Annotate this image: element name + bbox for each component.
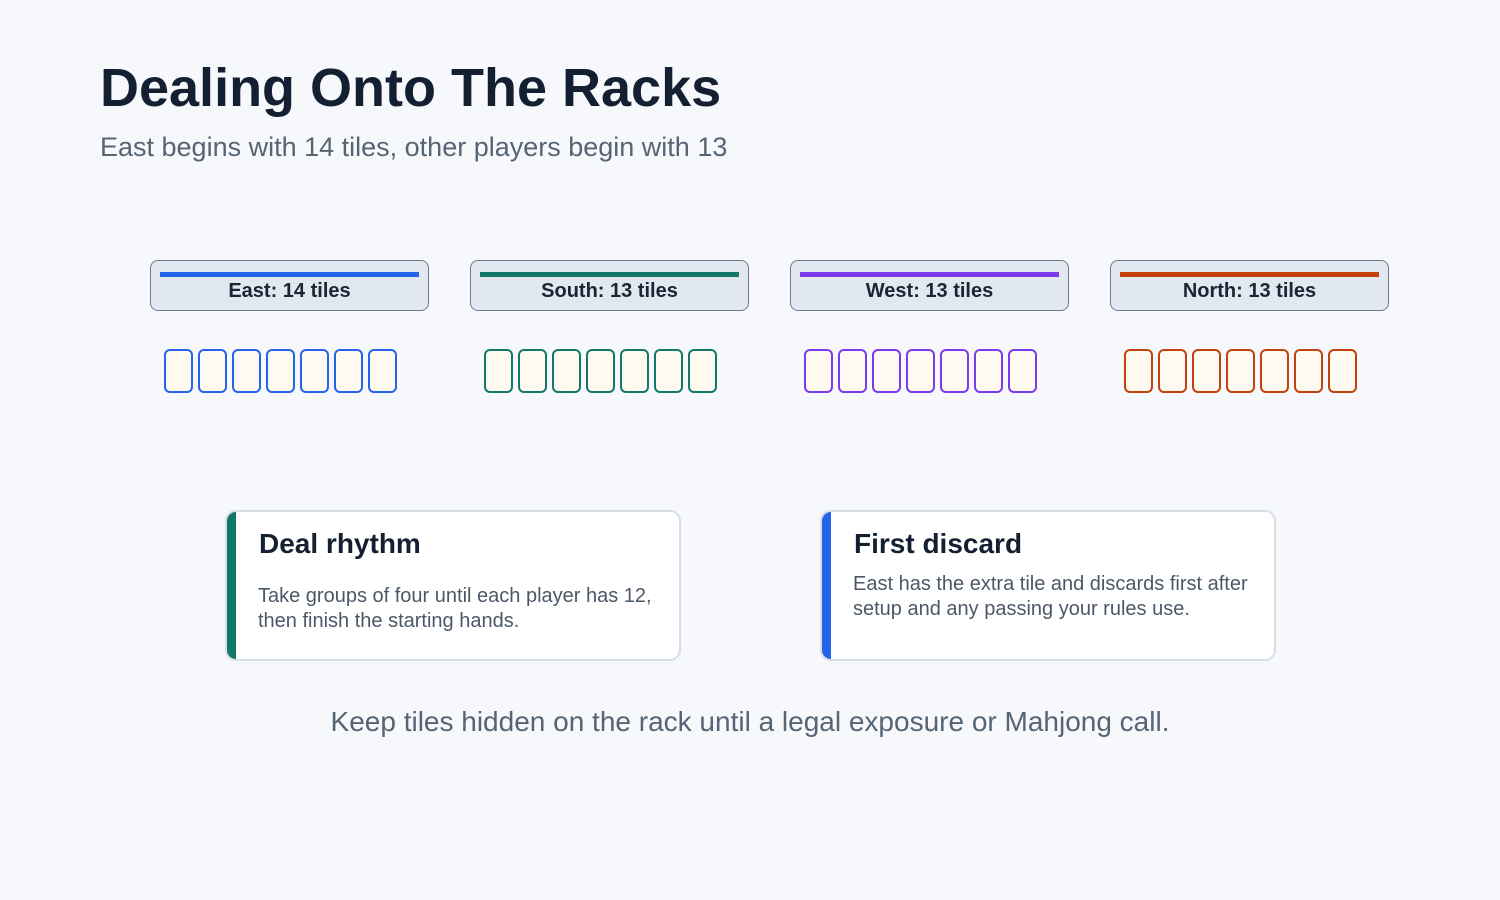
rack-south: South: 13 tiles [470, 260, 751, 393]
tile [688, 349, 717, 393]
footer-note: Keep tiles hidden on the rack until a le… [330, 706, 1170, 737]
tile [974, 349, 1003, 393]
rack-label-east: East: 14 tiles [150, 260, 429, 311]
tile [334, 349, 363, 393]
tile [1226, 349, 1255, 393]
tile [1260, 349, 1289, 393]
tile [232, 349, 261, 393]
rack-west: West: 13 tiles [790, 260, 1071, 393]
rack-north: North: 13 tiles [1110, 260, 1391, 393]
tile [1008, 349, 1037, 393]
tile [518, 349, 547, 393]
card-text-deal-rhythm: Take groups of four until each player ha… [258, 585, 652, 632]
tile [804, 349, 833, 393]
tile [1158, 349, 1187, 393]
tile [838, 349, 867, 393]
rack-label-north: North: 13 tiles [1110, 260, 1389, 311]
rack-color-bar-west [800, 272, 1059, 277]
tile [654, 349, 683, 393]
rack-label-text-east: East: 14 tiles [228, 280, 351, 302]
rack-tiles-north [1124, 349, 1364, 395]
card-accent-first-discard [822, 512, 831, 659]
tile [906, 349, 935, 393]
card-deal-rhythm: Deal rhythm Take groups of four until ea… [225, 510, 681, 661]
tile [266, 349, 295, 393]
page-subtitle: East begins with 14 tiles, other players… [100, 132, 728, 162]
rack-tiles-east [164, 349, 404, 395]
tile [872, 349, 901, 393]
tile [552, 349, 581, 393]
tile [940, 349, 969, 393]
card-first-discard: First discard East has the extra tile an… [820, 510, 1276, 661]
rack-label-south: South: 13 tiles [470, 260, 749, 311]
tile [620, 349, 649, 393]
rack-color-bar-north [1120, 272, 1379, 277]
rack-tiles-south [484, 349, 724, 395]
page-title: Dealing Onto The Racks [100, 58, 722, 118]
tile [586, 349, 615, 393]
rack-label-west: West: 13 tiles [790, 260, 1069, 311]
card-accent-deal-rhythm [227, 512, 236, 659]
card-text-first-discard: East has the extra tile and discards fir… [853, 573, 1248, 620]
rack-label-text-west: West: 13 tiles [865, 280, 994, 302]
rack-color-bar-east [160, 272, 419, 277]
tile [1294, 349, 1323, 393]
tile [300, 349, 329, 393]
tile [1328, 349, 1357, 393]
tile [484, 349, 513, 393]
card-title-deal-rhythm: Deal rhythm [259, 528, 421, 559]
rack-tiles-west [804, 349, 1044, 395]
rack-label-text-south: South: 13 tiles [541, 280, 678, 302]
card-title-first-discard: First discard [854, 528, 1023, 559]
tile [198, 349, 227, 393]
tile [1192, 349, 1221, 393]
rack-label-text-north: North: 13 tiles [1182, 280, 1317, 302]
tile [1124, 349, 1153, 393]
rack-color-bar-south [480, 272, 739, 277]
rack-east: East: 14 tiles [150, 260, 431, 393]
tile [164, 349, 193, 393]
tile [368, 349, 397, 393]
